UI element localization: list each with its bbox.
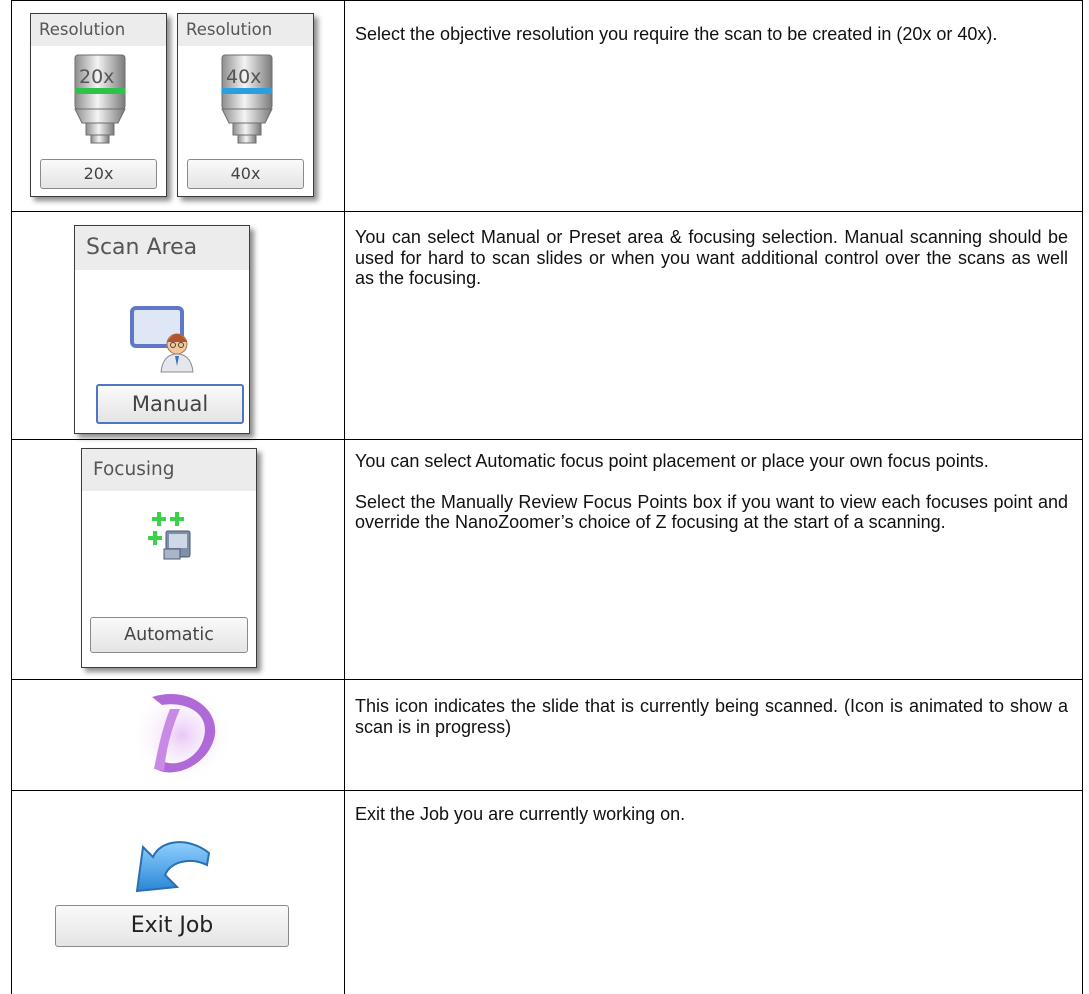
resolution-40x-button[interactable]: 40x <box>187 159 304 189</box>
exit-job-button[interactable]: Exit Job <box>55 905 289 947</box>
panel-title: Resolution <box>31 14 166 46</box>
automatic-button[interactable]: Automatic <box>90 617 248 653</box>
row-divider <box>11 679 1083 680</box>
description-cell: Exit the Job you are currently working o… <box>355 804 1068 825</box>
panel-title: Focusing <box>82 449 256 491</box>
description-text: You can select Automatic focus point pla… <box>355 451 989 471</box>
description-text: Select the Manually Review Focus Points … <box>355 491 1068 533</box>
lens-magnification-label: 40x <box>226 66 262 88</box>
row-divider <box>11 790 1083 791</box>
column-divider <box>344 0 345 994</box>
row-divider <box>11 211 1083 212</box>
description-text: This icon indicates the slide that is cu… <box>355 696 1068 737</box>
description-text: You can select Manual or Preset area & f… <box>355 227 1068 288</box>
panel-title: Resolution <box>178 14 313 46</box>
description-text: Select the objective resolution you requ… <box>355 24 998 44</box>
manual-button[interactable]: Manual <box>96 384 244 424</box>
table-border-left <box>11 0 12 994</box>
resolution-panel-20x[interactable]: Resolution 20x 20x <box>30 13 167 197</box>
scan-area-panel[interactable]: Scan Area Manual <box>74 225 250 434</box>
auto-focus-points-icon <box>142 507 202 567</box>
description-cell: You can select Manual or Preset area & f… <box>355 227 1068 289</box>
panel-title: Scan Area <box>75 226 249 270</box>
table-border-right <box>1082 0 1083 994</box>
description-cell: You can select Automatic focus point pla… <box>355 451 1068 533</box>
description-cell: Select the objective resolution you requ… <box>355 24 1068 45</box>
focusing-panel[interactable]: Focusing Automatic <box>81 448 257 668</box>
resolution-panel-40x[interactable]: Resolution 40x 40x <box>177 13 314 197</box>
table-border-top <box>11 0 1083 1</box>
lens-magnification-label: 20x <box>79 66 115 88</box>
row-divider <box>11 439 1083 440</box>
description-text: Exit the Job you are currently working o… <box>355 804 686 824</box>
scanning-slide-icon <box>132 683 232 783</box>
exit-arrow-icon <box>131 833 213 895</box>
manual-scan-area-icon <box>129 304 199 374</box>
description-cell: This icon indicates the slide that is cu… <box>355 696 1068 737</box>
resolution-20x-button[interactable]: 20x <box>40 159 157 189</box>
